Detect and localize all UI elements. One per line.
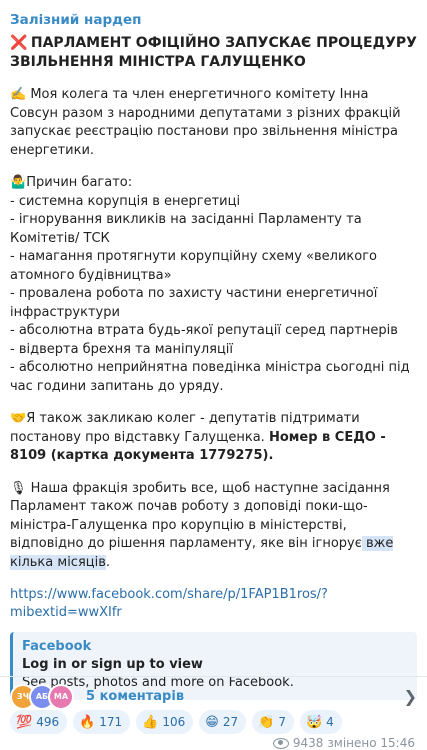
post-headline: ❌ ПАРЛАМЕНТ ОФІЦІЙНО ЗАПУСКАЄ ПРОЦЕДУРУ … [10, 34, 417, 72]
cross-mark-icon: ❌ [10, 35, 28, 51]
fire-icon: 🔥 [79, 714, 96, 730]
view-count: 9438 [292, 736, 324, 750]
list-item: - провалена робота по захисту частини ен… [10, 286, 378, 320]
paragraph-3: 🤝Я також закликаю колег - депутатів підт… [10, 410, 417, 466]
microphone-icon: 🎙 [10, 480, 27, 496]
reasons-heading-text: Причин багато: [26, 175, 133, 190]
list-item: - ігнорування викликів на засіданні Парл… [10, 212, 362, 246]
grinning-face-icon: 😁 [205, 714, 219, 730]
exploding-head-icon: 🤯 [305, 714, 323, 730]
reaction-count: 27 [222, 715, 239, 729]
commenter-avatars: ЗЧ АБ МА [10, 683, 74, 710]
paragraph-4-end: . [105, 554, 111, 570]
paragraph-4-text: Наша фракція зробить все, щоб наступне з… [10, 480, 390, 552]
eye-icon [272, 737, 289, 749]
chevron-right-icon: ❯ [403, 687, 417, 706]
message-view: Залізний нардеп ❌ ПАРЛАМЕНТ ОФІЦІЙНО ЗАП… [0, 0, 427, 750]
comments-label: 5 коментарів [86, 689, 185, 704]
list-item: - абсолютна втрата будь-якої репутації с… [10, 323, 398, 338]
paragraph-4: 🎙 Наша фракція зробить все, щоб наступне… [10, 480, 417, 573]
headline-text: ПАРЛАМЕНТ ОФІЦІЙНО ЗАПУСКАЄ ПРОЦЕДУРУ ЗВ… [10, 35, 417, 70]
reaction-count: 4 [326, 715, 334, 729]
channel-name[interactable]: Залізний нардеп [10, 12, 417, 28]
reaction-count: 171 [99, 715, 123, 729]
preview-title: Log in or sign up to view [22, 657, 203, 672]
comments-bar[interactable]: ЗЧ АБ МА 5 коментарів ❯ [0, 677, 427, 716]
list-item: - абсолютно неприйнятна поведінка мініст… [10, 360, 410, 394]
reasons-list: 🤷‍♂️Причин багато: - системна корупція в… [10, 174, 417, 396]
shrug-icon: 🤷‍♂️ [10, 175, 27, 190]
channel-post: Залізний нардеп ❌ ПАРЛАМЕНТ ОФІЦІЙНО ЗАП… [0, 0, 427, 750]
hundred-points-icon: 💯 [16, 714, 33, 730]
list-item: - намагання протягнути корупційну схему … [10, 249, 378, 283]
writing-hand-icon: ✍️ [10, 87, 27, 102]
handshake-icon: 🤝 [10, 411, 27, 426]
facebook-link[interactable]: https://www.facebook.com/share/p/1FAP1B1… [10, 586, 417, 622]
message-meta: 9438 змінено 15:46 [10, 736, 417, 750]
avatar: МА [48, 683, 74, 710]
edited-time: змінено 15:46 [327, 736, 415, 750]
paragraph-1-text: Моя колега та член енергетичного комітет… [10, 87, 401, 158]
reasons-heading: 🤷‍♂️Причин багато: [10, 174, 417, 193]
reaction-count: 496 [36, 715, 60, 729]
clapping-hands-icon: 👏 [258, 714, 275, 730]
preview-site-name: Facebook [22, 639, 92, 654]
reaction-count: 106 [162, 715, 186, 729]
list-item: - системна корупція в енергетиці [10, 193, 241, 209]
list-item: - відверта брехня та маніпуляції [10, 341, 234, 357]
thumbs-up-icon: 👍 [142, 714, 159, 730]
reaction-count: 7 [278, 715, 286, 729]
paragraph-1: ✍️ Моя колега та член енергетичного комі… [10, 86, 417, 160]
